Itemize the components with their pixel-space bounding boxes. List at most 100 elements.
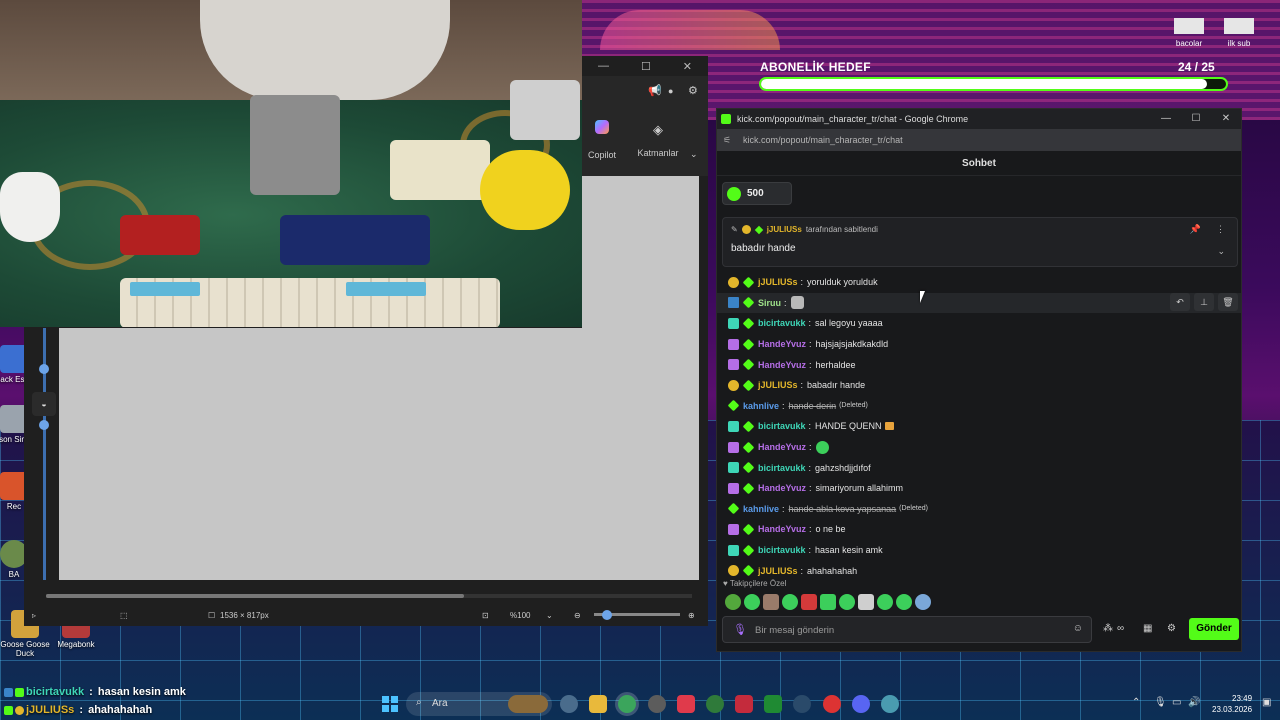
selection-icon[interactable]: ⬚ [120, 611, 128, 620]
copilot-button[interactable]: Copilot [584, 120, 620, 160]
chat-message-box[interactable]: 🎙 ☺ [722, 616, 1092, 643]
more-options-icon[interactable]: ⋮ [1216, 224, 1225, 235]
chat-message[interactable]: bicirtavukk: sal legoyu yaaaa [717, 313, 1241, 334]
microphone-icon[interactable]: 🎙 [1154, 697, 1167, 708]
app-globe-icon[interactable] [881, 695, 899, 713]
chat-username[interactable]: Siruu [758, 298, 781, 308]
chat-username[interactable]: kahnlive [743, 504, 779, 514]
zoom-out-icon[interactable]: ⊖ [574, 611, 581, 620]
pointer-icon[interactable]: ▹ [32, 611, 36, 620]
emote-7[interactable] [839, 594, 855, 610]
fit-to-screen-icon[interactable]: ⊡ [482, 611, 489, 620]
zoom-slider-handle[interactable] [602, 610, 612, 620]
chat-message[interactable]: jJULIUSs: yorulduk yorulduk [717, 272, 1241, 293]
steam-icon[interactable] [793, 695, 811, 713]
editor-canvas-area[interactable] [582, 176, 699, 328]
pin-icon[interactable]: 📌 [1190, 224, 1201, 235]
emote-11[interactable] [915, 594, 931, 610]
zoom-slider[interactable] [594, 610, 680, 620]
taskbar-clock[interactable]: 23:49 23.03.2026 [1212, 693, 1252, 715]
chat-message[interactable]: bicirtavukk: hasan kesin amk [717, 540, 1241, 561]
chat-username[interactable]: HandeYvuz [758, 360, 806, 370]
close-icon[interactable]: ✕ [1211, 109, 1241, 129]
emote-2[interactable] [744, 594, 760, 610]
chat-username[interactable]: HandeYvuz [758, 442, 806, 452]
settings-app-icon[interactable] [560, 695, 578, 713]
gear-icon[interactable]: ⚙ [688, 84, 698, 97]
pinned-by-user[interactable]: jJULIUSs [767, 225, 802, 234]
notification-icon[interactable]: ▣ [1262, 697, 1271, 708]
megaphone-icon[interactable]: 📢 [648, 84, 662, 97]
emote-6[interactable] [820, 594, 836, 610]
slider-handle-secondary[interactable] [39, 420, 49, 430]
horizontal-scrollbar[interactable] [46, 594, 692, 598]
gift-icon[interactable]: ▦ [1143, 623, 1152, 634]
chat-username[interactable]: bicirtavukk [758, 545, 806, 555]
chrome-icon[interactable] [618, 695, 636, 713]
chevron-down-icon[interactable]: ⌄ [546, 611, 553, 620]
chat-message[interactable]: bicirtavukk: HANDE QUENN [717, 416, 1241, 437]
chat-username[interactable]: HandeYvuz [758, 524, 806, 534]
chat-message[interactable]: HandeYvuz: o ne be [717, 519, 1241, 540]
pinned-message[interactable]: ✎ jJULIUSs tarafından sabitlendi babadır… [722, 217, 1238, 267]
chevron-up-icon[interactable]: ⌃ [1132, 697, 1140, 708]
scrollbar-thumb[interactable] [46, 594, 464, 598]
chat-username[interactable]: bicirtavukk [758, 463, 806, 473]
chat-message[interactable]: Siruu: ↶ ⊥ 🗑 [717, 292, 1241, 314]
reply-icon[interactable]: ↶ [1170, 292, 1190, 311]
chat-message[interactable]: HandeYvuz: herhaldee [717, 354, 1241, 375]
delete-icon[interactable]: 🗑 [1218, 292, 1238, 311]
emote-10[interactable] [896, 594, 912, 610]
account-icon[interactable]: ● [668, 86, 673, 96]
app-launcher-icon[interactable] [735, 695, 753, 713]
emote-8[interactable] [858, 594, 874, 610]
taskbar-search[interactable]: ⌕ Ara [406, 692, 552, 716]
xbox-icon[interactable] [764, 695, 782, 713]
emote-1[interactable] [725, 594, 741, 610]
chevron-down-icon[interactable]: ⌄ [1217, 246, 1225, 257]
app-red-icon[interactable] [677, 695, 695, 713]
kicks-counter[interactable]: 500 [722, 182, 792, 205]
minimize-icon[interactable]: — [598, 60, 609, 72]
close-icon[interactable]: ✕ [683, 60, 692, 73]
layers-button[interactable]: ◈ Katmanlar ⌄ [630, 122, 697, 159]
kicks-icon[interactable]: ⁂ [1103, 623, 1113, 634]
chat-username[interactable]: HandeYvuz [758, 483, 806, 493]
maximize-icon[interactable]: ☐ [641, 60, 651, 73]
maximize-icon[interactable]: ☐ [1181, 109, 1211, 129]
chat-input[interactable] [755, 622, 1055, 638]
chat-username[interactable]: HandeYvuz [758, 339, 806, 349]
volume-icon[interactable]: 🔊 [1188, 697, 1200, 708]
send-button[interactable]: Gönder [1189, 618, 1239, 640]
site-settings-icon[interactable]: ⚟ [723, 135, 737, 146]
slider-handle[interactable] [39, 364, 49, 374]
brush-icon[interactable]: ◒ [32, 392, 56, 416]
editor-vertical-slider[interactable]: ◒ [32, 328, 56, 580]
emote-4[interactable] [782, 594, 798, 610]
chat-message[interactable]: kahnlive: hande abla kova yapsanaa (Delete… [717, 499, 1241, 520]
emote-3[interactable] [763, 594, 779, 610]
chat-message[interactable]: HandeYvuz: [717, 437, 1241, 458]
chat-message[interactable]: bicirtavukk: gahzshdjjdıfof [717, 457, 1241, 478]
chat-username[interactable]: kahnlive [743, 401, 779, 411]
obs-icon[interactable] [648, 695, 666, 713]
app-notification-icon[interactable] [823, 695, 841, 713]
chevron-down-icon[interactable]: ⌄ [690, 149, 698, 160]
chat-username[interactable]: bicirtavukk [758, 421, 806, 431]
zoom-select[interactable]: %100 [510, 611, 530, 620]
chat-message[interactable]: HandeYvuz: hajsjajsjakdkakdld [717, 334, 1241, 355]
microphone-icon[interactable]: 🎙 [733, 623, 747, 636]
file-explorer-icon[interactable] [589, 695, 607, 713]
editor-canvas[interactable] [59, 328, 699, 580]
address-bar[interactable]: ⚟ kick.com/popout/main_character_tr/chat [717, 129, 1241, 151]
chat-message[interactable]: jJULIUSs: babadır hande [717, 375, 1241, 396]
monitor-icon[interactable]: ▭ [1172, 697, 1181, 708]
pin-icon[interactable]: ⊥ [1194, 292, 1214, 311]
minimize-icon[interactable]: — [1151, 109, 1181, 129]
emote-9[interactable] [877, 594, 893, 610]
chat-message[interactable]: kahnlive: hande derin (Deleted) [717, 396, 1241, 417]
chat-message[interactable]: jJULIUSs: ahahahahah [717, 560, 1241, 581]
discord-icon[interactable] [852, 695, 870, 713]
chat-username[interactable]: jJULIUSs [758, 277, 798, 287]
xbox-app-icon[interactable] [706, 695, 724, 713]
